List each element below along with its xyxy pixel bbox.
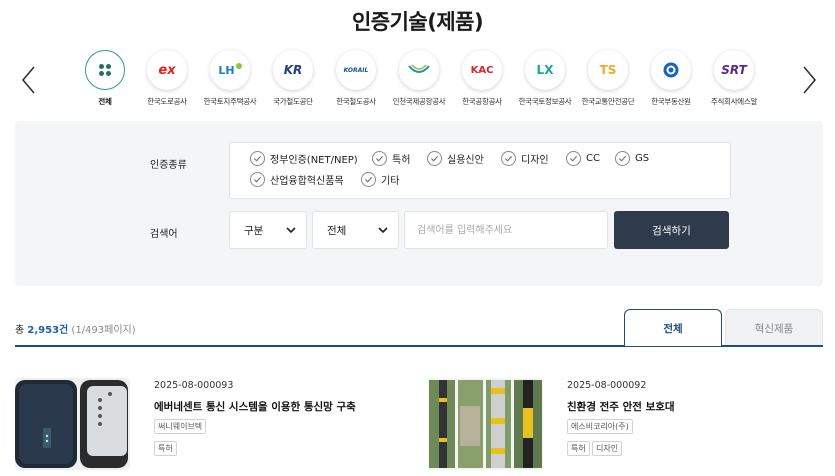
org-label: 한국공항공사 xyxy=(462,97,502,106)
lh-logo-icon: LH xyxy=(210,50,250,90)
cert-type-option[interactable]: 특허 xyxy=(372,151,410,166)
search-input[interactable] xyxy=(404,211,608,249)
check-circle-icon xyxy=(566,151,581,166)
org-item-lh[interactable]: LH 한국토지주택공사 xyxy=(198,50,262,107)
airport-logo-icon xyxy=(399,50,439,90)
company-badge: 에스비코리아(주) xyxy=(567,419,633,434)
cert-type-option[interactable]: 정부인증(NET/NEP) xyxy=(250,151,358,166)
cert-type-option[interactable]: 산업융합혁신품목 xyxy=(250,172,344,187)
item-thumbnail[interactable] xyxy=(15,378,130,470)
org-label: 한국토지주택공사 xyxy=(203,97,257,106)
cert-type-option[interactable]: 기타 xyxy=(361,172,399,187)
org-label: 한국도로공사 xyxy=(147,97,187,106)
check-circle-icon xyxy=(250,151,265,166)
korail-logo-icon: KORAIL xyxy=(336,50,376,90)
check-circle-icon xyxy=(361,172,376,187)
org-label: 한국철도공사 xyxy=(336,97,376,106)
carousel-next-button[interactable] xyxy=(798,64,822,96)
search-scope-select[interactable]: 전체 xyxy=(312,211,399,249)
org-item-lx[interactable]: LX 한국국토정보공사 xyxy=(513,50,577,107)
item-id: 2025-08-000093 xyxy=(154,380,234,391)
chevron-down-icon xyxy=(378,226,388,233)
item-id: 2025-08-000092 xyxy=(567,380,647,391)
reb-logo-icon xyxy=(651,50,691,90)
search-button[interactable]: 검색하기 xyxy=(614,211,729,249)
tab-innovative-products[interactable]: 혁신제품 xyxy=(725,309,823,346)
org-item-srt[interactable]: SRT 주식회사에스알 xyxy=(702,50,766,107)
org-item-ts[interactable]: TS 한국교통안전공단 xyxy=(576,50,640,107)
results-summary: 총 2,953건 (1/493페이지) xyxy=(15,325,136,336)
cert-tag: 특허 xyxy=(154,441,177,456)
cert-type-option[interactable]: 실용신안 xyxy=(427,151,484,166)
search-category-select[interactable]: 구분 xyxy=(229,211,307,249)
org-item-kr[interactable]: KR 국가철도공단 xyxy=(261,50,325,107)
search-keyword-label: 검색어 xyxy=(150,229,178,240)
org-item-ex[interactable]: ex 한국도로공사 xyxy=(135,50,199,107)
org-label: 주식회사에스알 xyxy=(710,97,758,106)
item-thumbnail[interactable] xyxy=(428,378,543,470)
chevron-down-icon xyxy=(286,226,296,233)
ts-logo-icon: TS xyxy=(588,50,628,90)
org-label: 한국교통안전공단 xyxy=(581,97,635,106)
check-circle-icon xyxy=(427,151,442,166)
org-carousel: 전체 ex 한국도로공사 LH 한국토지주택공사 KR 국가철도공단 KORAI… xyxy=(0,50,835,112)
org-label: 전체 xyxy=(98,97,112,106)
cert-type-option[interactable]: 디자인 xyxy=(501,151,549,166)
check-circle-icon xyxy=(615,151,630,166)
org-item-reb[interactable]: 한국부동산원 xyxy=(639,50,703,107)
cert-tag: 특허 xyxy=(567,441,590,456)
check-circle-icon xyxy=(501,151,516,166)
org-item-incheon-airport[interactable]: 인천국제공항공사 xyxy=(387,50,451,107)
page-indicator: (1/493페이지) xyxy=(71,325,136,336)
kac-logo-icon: KAC xyxy=(462,50,502,90)
chevron-left-icon xyxy=(21,66,35,94)
tab-all[interactable]: 전체 xyxy=(624,309,722,346)
all-grid-icon xyxy=(85,50,125,90)
org-item-kac[interactable]: KAC 한국공항공사 xyxy=(450,50,514,107)
lx-logo-icon: LX xyxy=(525,50,565,90)
org-label: 한국부동산원 xyxy=(651,97,691,106)
ex-logo-icon: ex xyxy=(147,50,187,90)
cert-type-options: 정부인증(NET/NEP) 특허 실용신안 디자인 CC GS 산업융합혁신품목… xyxy=(229,142,731,199)
srt-logo-icon: SRT xyxy=(714,50,754,90)
check-circle-icon xyxy=(250,172,265,187)
check-circle-icon xyxy=(372,151,387,166)
org-label: 한국국토정보공사 xyxy=(518,97,572,106)
cert-type-label: 인증종류 xyxy=(150,160,187,171)
org-item-korail[interactable]: KORAIL 한국철도공사 xyxy=(324,50,388,107)
cert-type-option[interactable]: CC xyxy=(566,151,600,166)
org-label: 인천국제공항공사 xyxy=(392,97,446,106)
kr-logo-icon: KR xyxy=(273,50,313,90)
cert-type-option[interactable]: GS xyxy=(615,151,649,166)
item-title[interactable]: 에버네센트 통신 시스템을 이용한 통신망 구축 xyxy=(154,399,356,414)
org-label: 국가철도공단 xyxy=(273,97,313,106)
carousel-prev-button[interactable] xyxy=(16,64,40,96)
cert-tag: 디자인 xyxy=(592,441,623,456)
filter-panel: 인증종류 정부인증(NET/NEP) 특허 실용신안 디자인 CC GS 산업융… xyxy=(15,121,823,286)
results-count: 2,953건 xyxy=(27,325,69,336)
page-title: 인증기술(제품) xyxy=(351,10,484,34)
chevron-right-icon xyxy=(803,66,817,94)
company-badge: 써니웨이브텍 xyxy=(154,419,207,434)
org-item-all[interactable]: 전체 xyxy=(73,50,137,107)
item-title[interactable]: 친환경 전주 안전 보호대 xyxy=(567,399,675,414)
